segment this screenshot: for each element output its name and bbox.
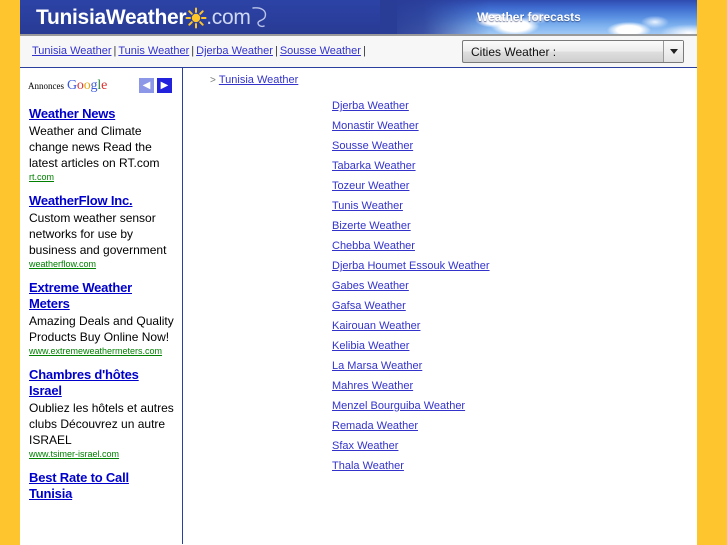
city-link[interactable]: Kairouan Weather [332,316,672,336]
ad-title[interactable]: Chambres d'hôtes Israel [29,367,174,399]
ad-item: WeatherFlow Inc. Custom weather sensor n… [28,193,174,269]
nav-link-tunis[interactable]: Tunis Weather [118,45,189,57]
nav-links: Tunisia Weather | Tunis Weather | Djerba Wea… [32,45,368,57]
logo-text: TunisiaWeather [36,6,187,29]
city-link[interactable]: Tabarka Weather [332,156,672,176]
city-link[interactable]: Bizerte Weather [332,216,672,236]
google-logo: Google [67,78,108,93]
city-link[interactable]: Djerba Weather [332,96,672,116]
sidebar-ads: Annonces Google ◀ ▶ Weather News Weather… [20,68,183,544]
ad-item: Best Rate to Call Tunisia [28,470,174,502]
city-link[interactable]: Gabes Weather [332,276,672,296]
ad-description: Weather and Climate change news Read the… [29,124,160,170]
banner-tagline: Weather forecasts [477,10,581,24]
ad-url[interactable]: rt.com [29,172,174,182]
nav-strip: Tunisia Weather | Tunis Weather | Djerba Wea… [20,36,697,68]
google-ads-box: Annonces Google ◀ ▶ Weather News Weather… [22,73,178,502]
document-column: TunisiaWeather .com Weather forecasts Tu… [20,0,697,545]
cities-weather-select[interactable]: Cities Weather : [462,40,684,63]
site-logo[interactable]: TunisiaWeather .com [36,3,268,33]
chevron-left-icon[interactable]: ◀ [139,78,154,93]
city-link[interactable]: Gafsa Weather [332,296,672,316]
city-link[interactable]: La Marsa Weather [332,356,672,376]
ad-item: Extreme Weather Meters Amazing Deals and… [28,280,174,356]
chevron-down-icon[interactable] [663,41,683,62]
city-link[interactable]: Sfax Weather [332,436,672,456]
city-link[interactable]: Tozeur Weather [332,176,672,196]
city-link[interactable]: Menzel Bourguiba Weather [332,396,672,416]
city-link[interactable]: Chebba Weather [332,236,672,256]
site-banner: TunisiaWeather .com Weather forecasts [20,0,697,36]
cities-weather-select-value: Cities Weather : [471,44,557,59]
google-ads-header: Annonces Google ◀ ▶ [28,77,174,95]
ad-description: Custom weather sensor networks for use b… [29,211,167,257]
banner-blend-overlay [380,0,490,34]
city-link[interactable]: Kelibia Weather [332,336,672,356]
sun-icon [185,7,207,29]
ad-item: Chambres d'hôtes Israel Oubliez les hôte… [28,367,174,459]
city-link[interactable]: Thala Weather [332,456,672,476]
city-link[interactable]: Sousse Weather [332,136,672,156]
logo-domain: .com [206,6,251,29]
ad-title[interactable]: Best Rate to Call Tunisia [29,470,174,502]
breadcrumb-marker: > [210,75,216,86]
city-link[interactable]: Djerba Houmet Essouk Weather [332,256,672,276]
ad-description: Amazing Deals and Quality Products Buy O… [29,314,174,344]
ad-url[interactable]: www.tsimer-israel.com [29,449,174,459]
ad-url[interactable]: weatherflow.com [29,259,174,269]
nav-link-sousse[interactable]: Sousse Weather [280,45,361,57]
logo-swoosh-icon [250,6,268,30]
ad-title[interactable]: Extreme Weather Meters [29,280,174,312]
page-frame: TunisiaWeather .com Weather forecasts Tu… [0,0,727,545]
city-link[interactable]: Mahres Weather [332,376,672,396]
annonces-label: Annonces [28,81,64,91]
nav-link-djerba[interactable]: Djerba Weather [196,45,273,57]
ad-url[interactable]: www.extremeweathermeters.com [29,346,174,356]
city-link[interactable]: Remada Weather [332,416,672,436]
ad-title[interactable]: WeatherFlow Inc. [29,193,174,209]
page-body: Annonces Google ◀ ▶ Weather News Weather… [20,68,697,544]
city-links-list: Djerba Weather Monastir Weather Sousse W… [332,96,672,476]
city-link[interactable]: Tunis Weather [332,196,672,216]
nav-separator: | [362,45,366,57]
nav-separator: | [274,45,278,57]
chevron-right-icon[interactable]: ▶ [157,78,172,93]
breadcrumb-link-tunisia-weather[interactable]: Tunisia Weather [219,74,298,86]
ad-item: Weather News Weather and Climate change … [28,106,174,182]
nav-link-tunisia[interactable]: Tunisia Weather [32,45,111,57]
city-link[interactable]: Monastir Weather [332,116,672,136]
ad-title[interactable]: Weather News [29,106,174,122]
main-content: > Tunisia Weather Djerba Weather Monastir… [184,68,697,544]
ads-pager: ◀ ▶ [139,78,172,93]
chevron-down-glyph [669,49,678,54]
breadcrumb: > Tunisia Weather [210,74,298,86]
ad-description: Oubliez les hôtels et autres clubs Décou… [29,401,174,447]
